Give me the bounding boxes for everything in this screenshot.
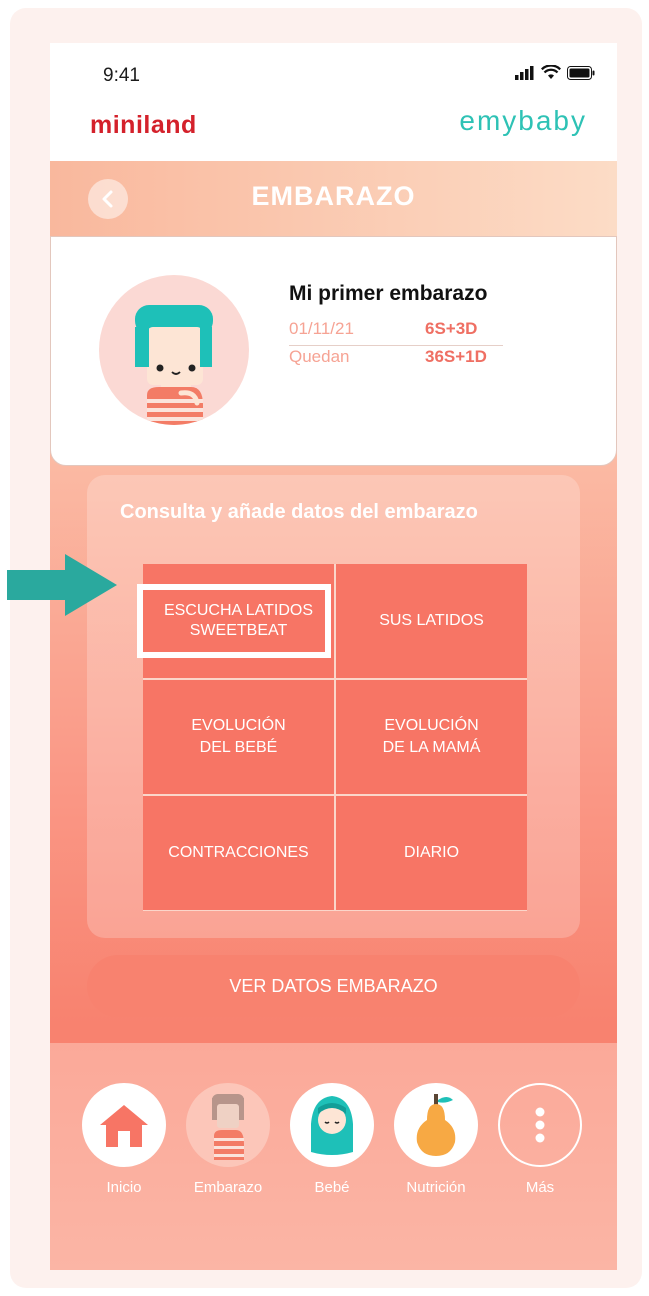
start-date: 01/11/21	[289, 319, 354, 338]
page-title: EMBARAZO	[251, 181, 416, 211]
status-time: 9:41	[103, 65, 140, 86]
cell-label: EVOLUCIÓN DE LA MAMÁ	[382, 717, 481, 756]
status-icons	[515, 65, 595, 80]
baby-icon	[290, 1083, 374, 1167]
pregnancy-data-panel: Consulta y añade datos del embarazo ESCU…	[87, 475, 580, 938]
pregnant-woman-icon	[135, 305, 213, 425]
wifi-icon	[541, 65, 561, 79]
remaining-label: Quedan	[289, 347, 350, 366]
nav-label: Bebé	[314, 1179, 350, 1196]
nav-nutrition[interactable]: Nutrición	[394, 1083, 478, 1196]
date-row: 01/11/21 6S+3D	[289, 319, 503, 346]
top-bar: 9:41 miniland emybaby	[50, 43, 617, 161]
cell-label: DIARIO	[403, 844, 460, 861]
nav-baby[interactable]: Bebé	[290, 1083, 374, 1196]
phone-screen: 9:41 miniland emybaby EMBARAZO Mi primer…	[50, 43, 617, 1270]
nav-pregnancy[interactable]: Embarazo	[186, 1083, 270, 1196]
battery-icon	[567, 65, 595, 80]
arrow-pointer-icon	[7, 554, 117, 616]
emybaby-logo: emybaby	[459, 105, 587, 136]
cell-label: CONTRACCIONES	[168, 844, 309, 861]
signal-icon	[515, 65, 534, 80]
contractions-button[interactable]: CONTRACCIONES	[143, 796, 334, 910]
mother-evolution-button[interactable]: EVOLUCIÓN DE LA MAMÁ	[336, 680, 527, 794]
diary-button[interactable]: DIARIO	[336, 796, 527, 910]
miniland-logo: miniland	[90, 111, 197, 139]
nav-more[interactable]: Más	[498, 1083, 582, 1196]
pregnancy-profile-card[interactable]: Mi primer embarazo 01/11/21 6S+3D Quedan…	[50, 236, 617, 466]
nav-label: Más	[525, 1179, 555, 1196]
nav-label: Inicio	[106, 1179, 142, 1196]
more-icon	[498, 1083, 582, 1167]
listen-heartbeat-button[interactable]: ESCUCHA LATIDOS SWEETBEAT	[137, 564, 334, 678]
bottom-navigation: Inicio Embarazo Bebé Nutrición Más	[50, 1043, 617, 1270]
cell-label: EVOLUCIÓN DEL BEBÉ	[191, 717, 286, 756]
heartbeats-button[interactable]: SUS LATIDOS	[336, 564, 527, 678]
cell-label: SUS LATIDOS	[379, 612, 484, 629]
weeks-elapsed: 6S+3D	[425, 319, 478, 338]
remaining-row: Quedan 36S+1D	[289, 347, 503, 373]
options-grid: ESCUCHA LATIDOS SWEETBEAT SUS LATIDOS EV…	[137, 564, 527, 911]
panel-title: Consulta y añade datos del embarazo	[120, 501, 478, 523]
page-header: EMBARAZO	[50, 161, 617, 236]
cell-label: ESCUCHA LATIDOS SWEETBEAT	[163, 602, 314, 639]
view-pregnancy-data-button[interactable]: VER DATOS EMBARAZO	[87, 955, 580, 1017]
mother-avatar	[99, 275, 249, 425]
baby-evolution-button[interactable]: EVOLUCIÓN DEL BEBÉ	[143, 680, 334, 794]
nav-home[interactable]: Inicio	[82, 1083, 166, 1196]
nav-label: Embarazo	[193, 1179, 263, 1196]
home-icon	[82, 1083, 166, 1167]
pregnancy-icon	[186, 1083, 270, 1167]
nav-label: Nutrición	[406, 1179, 466, 1196]
pear-icon	[394, 1083, 478, 1167]
pregnancy-name: Mi primer embarazo	[289, 282, 488, 305]
weeks-remaining: 36S+1D	[425, 347, 487, 366]
